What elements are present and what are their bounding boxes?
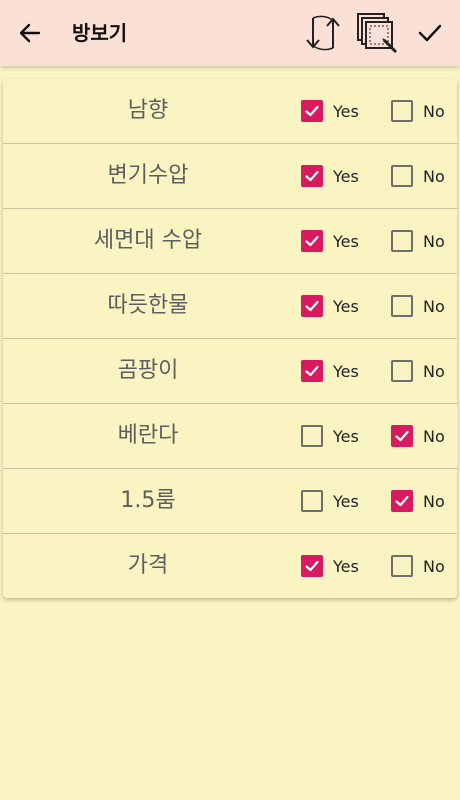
checkmark-icon: [305, 365, 319, 377]
item-label: 세면대 수압: [93, 228, 203, 253]
checkbox-box[interactable]: [391, 295, 413, 317]
yes-label: Yes: [333, 101, 359, 121]
yes-label: Yes: [333, 491, 359, 511]
check-icon: [418, 24, 442, 42]
checkmark-icon: [305, 235, 319, 247]
no-checkbox[interactable]: No: [391, 164, 445, 188]
item-label: 변기수압: [107, 163, 189, 188]
no-checkbox[interactable]: No: [391, 229, 445, 253]
yes-checkbox[interactable]: Yes: [301, 99, 359, 123]
list-item: 베란다 Yes No: [3, 404, 457, 469]
item-label: 가격: [127, 553, 169, 578]
no-label: No: [423, 296, 445, 316]
yes-checkbox[interactable]: Yes: [301, 424, 359, 448]
checkbox-box[interactable]: [301, 165, 323, 187]
no-label: No: [423, 101, 445, 121]
no-label: No: [423, 361, 445, 381]
item-label: 1.5룸: [120, 488, 176, 513]
checkbox-box[interactable]: [391, 360, 413, 382]
checkbox-box[interactable]: [301, 490, 323, 512]
checkbox-box[interactable]: [301, 230, 323, 252]
no-label: No: [423, 231, 445, 251]
arrow-left-icon: [19, 23, 41, 43]
yes-checkbox[interactable]: Yes: [301, 554, 359, 578]
swap-button[interactable]: [300, 10, 346, 56]
yes-label: Yes: [333, 556, 359, 576]
checklist: 남향 Yes No 변기수압 Yes No 세면대 수압 Yes No 따듯한물 Yes No 곰팡이 Y…: [3, 79, 457, 598]
select-area-button[interactable]: [352, 10, 402, 56]
no-label: No: [423, 491, 445, 511]
yes-label: Yes: [333, 361, 359, 381]
no-label: No: [423, 166, 445, 186]
checkbox-box[interactable]: [391, 555, 413, 577]
yes-label: Yes: [333, 231, 359, 251]
checkbox-box[interactable]: [301, 555, 323, 577]
yes-label: Yes: [333, 426, 359, 446]
no-checkbox[interactable]: No: [391, 99, 445, 123]
item-label: 베란다: [117, 423, 179, 448]
yes-checkbox[interactable]: Yes: [301, 229, 359, 253]
yes-label: Yes: [333, 296, 359, 316]
confirm-button[interactable]: [410, 10, 450, 56]
checkbox-box[interactable]: [301, 100, 323, 122]
checkmark-icon: [305, 105, 319, 117]
no-checkbox[interactable]: No: [391, 554, 445, 578]
app-bar: 방보기: [0, 0, 460, 66]
no-label: No: [423, 426, 445, 446]
swap-icon: [306, 15, 340, 51]
checkbox-box[interactable]: [301, 295, 323, 317]
yes-label: Yes: [333, 166, 359, 186]
yes-checkbox[interactable]: Yes: [301, 294, 359, 318]
list-item: 세면대 수압 Yes No: [3, 209, 457, 274]
no-checkbox[interactable]: No: [391, 424, 445, 448]
item-label: 곰팡이: [117, 358, 179, 383]
checkmark-icon: [305, 560, 319, 572]
checkbox-box[interactable]: [391, 230, 413, 252]
list-item: 변기수압 Yes No: [3, 144, 457, 209]
checkbox-box[interactable]: [301, 425, 323, 447]
no-checkbox[interactable]: No: [391, 489, 445, 513]
checkbox-box[interactable]: [391, 425, 413, 447]
yes-checkbox[interactable]: Yes: [301, 164, 359, 188]
list-item: 1.5룸 Yes No: [3, 469, 457, 534]
checkbox-box[interactable]: [391, 490, 413, 512]
back-button[interactable]: [14, 18, 46, 48]
checkmark-icon: [305, 170, 319, 182]
checkmark-icon: [305, 300, 319, 312]
item-label: 남향: [127, 98, 169, 123]
checkmark-icon: [395, 430, 409, 442]
checkmark-icon: [395, 495, 409, 507]
no-label: No: [423, 556, 445, 576]
list-item: 곰팡이 Yes No: [3, 339, 457, 404]
checkbox-box[interactable]: [391, 165, 413, 187]
list-item: 따듯한물 Yes No: [3, 274, 457, 339]
page-title: 방보기: [72, 21, 128, 45]
select-area-icon: [357, 13, 398, 54]
yes-checkbox[interactable]: Yes: [301, 489, 359, 513]
list-item: 가격 Yes No: [3, 534, 457, 598]
list-item: 남향 Yes No: [3, 79, 457, 144]
no-checkbox[interactable]: No: [391, 359, 445, 383]
checkbox-box[interactable]: [391, 100, 413, 122]
item-label: 따듯한물: [107, 293, 189, 318]
yes-checkbox[interactable]: Yes: [301, 359, 359, 383]
checkbox-box[interactable]: [301, 360, 323, 382]
no-checkbox[interactable]: No: [391, 294, 445, 318]
